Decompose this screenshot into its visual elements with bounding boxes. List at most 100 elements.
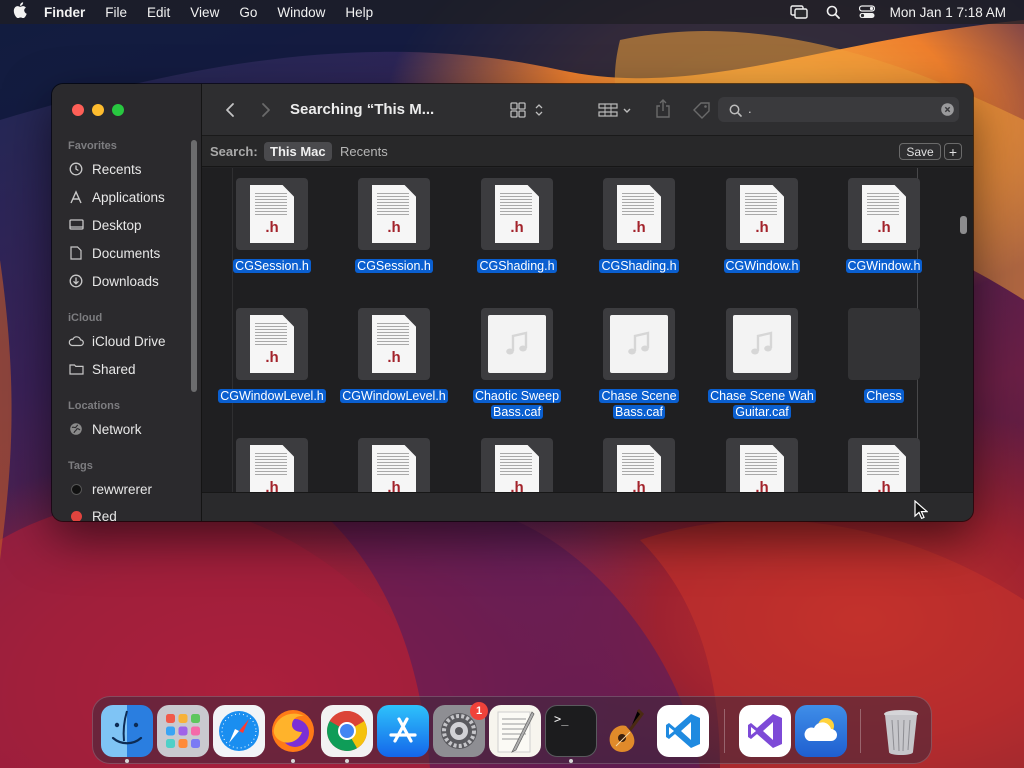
sidebar-item-documents[interactable]: Documents	[68, 242, 160, 264]
file-item[interactable]: Chase Scene Wah Guitar.caf	[702, 308, 822, 428]
header-file-icon: .h	[495, 445, 539, 492]
visual-studio-code-icon[interactable]	[657, 705, 709, 757]
file-thumbnail	[603, 308, 675, 380]
dock-separator	[724, 709, 725, 753]
tag-icon[interactable]	[690, 99, 714, 121]
file-item[interactable]: .h	[334, 438, 454, 492]
file-item[interactable]: Chess	[824, 308, 944, 428]
forward-chevron-icon[interactable]	[256, 100, 276, 120]
header-file-icon: .h	[740, 185, 784, 243]
chess-app-icon	[848, 308, 920, 380]
file-thumbnail: .h	[848, 438, 920, 492]
save-search-button[interactable]: Save	[899, 143, 941, 160]
file-thumbnail: .h	[603, 178, 675, 250]
sidebar-item-label: Shared	[92, 361, 136, 377]
clear-search-icon[interactable]	[940, 102, 954, 116]
add-criteria-button[interactable]: +	[944, 143, 962, 160]
terminal-icon[interactable]: >_	[545, 705, 597, 757]
sidebar-tag-red[interactable]: Red	[68, 505, 117, 521]
sidebar-item-desktop[interactable]: Desktop	[68, 214, 142, 236]
sidebar-item-icloud-drive[interactable]: iCloud Drive	[68, 330, 166, 352]
menu-file[interactable]: File	[95, 5, 137, 20]
sidebar-tag-rewwrerer[interactable]: rewwrerer	[68, 478, 152, 500]
file-item[interactable]: .h CGSession.h	[334, 178, 454, 298]
file-item[interactable]: .h CGWindowLevel.h	[212, 308, 332, 428]
file-item[interactable]: .h	[212, 438, 332, 492]
file-thumbnail: .h	[358, 308, 430, 380]
finder-app-icon[interactable]	[101, 705, 153, 757]
file-item[interactable]: .h CGShading.h	[457, 178, 577, 298]
sidebar-section-locations: Locations	[68, 400, 120, 412]
menu-edit[interactable]: Edit	[137, 5, 180, 20]
google-chrome-icon[interactable]	[321, 705, 373, 757]
view-grid-icon[interactable]	[508, 100, 548, 120]
file-name: CGSession.h	[355, 259, 433, 273]
search-scope-label: Search:	[210, 144, 258, 159]
file-item[interactable]: .h CGWindow.h	[824, 178, 944, 298]
header-file-icon: .h	[617, 185, 661, 243]
file-name: Chase Scene Bass.caf	[599, 389, 679, 419]
file-item[interactable]: .h	[579, 438, 699, 492]
desktop-icon	[68, 217, 84, 233]
file-item[interactable]: .h CGWindowLevel.h	[334, 308, 454, 428]
spotlight-search-icon[interactable]	[816, 5, 850, 19]
sidebar-item-applications[interactable]: Applications	[68, 186, 165, 208]
firefox-icon[interactable]	[267, 705, 319, 757]
file-item[interactable]: .h CGSession.h	[212, 178, 332, 298]
visual-studio-icon[interactable]	[739, 705, 791, 757]
file-name: CGShading.h	[477, 259, 557, 273]
trash-icon[interactable]	[875, 705, 927, 757]
tag-color-dot	[71, 483, 82, 495]
screen-mirroring-icon[interactable]	[782, 5, 816, 19]
file-item[interactable]: .h CGShading.h	[579, 178, 699, 298]
file-item[interactable]: Chase Scene Bass.caf	[579, 308, 699, 428]
search-field[interactable]: .	[718, 97, 959, 122]
close-window-button[interactable]	[72, 104, 84, 116]
safari-icon[interactable]	[213, 705, 265, 757]
finder-toolbar: Searching “This M... .	[202, 84, 973, 136]
file-thumbnail: .h	[236, 438, 308, 492]
file-thumbnail	[481, 308, 553, 380]
zoom-window-button[interactable]	[112, 104, 124, 116]
textedit-icon[interactable]	[489, 705, 541, 757]
menu-go[interactable]: Go	[229, 5, 267, 20]
file-item[interactable]: .h CGWindow.h	[702, 178, 822, 298]
menu-bar-clock[interactable]: Mon Jan 1 7:18 AM	[884, 5, 1024, 20]
dock-separator	[860, 709, 861, 753]
scope-recents-button[interactable]: Recents	[340, 144, 388, 159]
file-item[interactable]: .h	[702, 438, 822, 492]
weather-icon[interactable]	[795, 705, 847, 757]
sidebar-item-label: Downloads	[92, 273, 159, 289]
file-item[interactable]: .h	[457, 438, 577, 492]
sidebar-scrollbar[interactable]	[191, 140, 197, 392]
download-icon	[68, 273, 84, 289]
scope-this-mac-button[interactable]: This Mac	[264, 142, 332, 161]
menu-view[interactable]: View	[180, 5, 229, 20]
menu-app-name[interactable]: Finder	[40, 5, 95, 20]
menu-window[interactable]: Window	[267, 5, 335, 20]
back-chevron-icon[interactable]	[220, 100, 240, 120]
sidebar-item-network[interactable]: Network	[68, 418, 142, 440]
minimize-window-button[interactable]	[92, 104, 104, 116]
file-item[interactable]: .h	[824, 438, 944, 492]
menu-help[interactable]: Help	[335, 5, 383, 20]
garageband-icon[interactable]	[601, 705, 653, 757]
file-name: CGWindowLevel.h	[218, 389, 326, 403]
apple-menu-icon[interactable]	[0, 2, 40, 22]
file-name: CGShading.h	[599, 259, 679, 273]
group-by-icon[interactable]	[596, 100, 636, 120]
sidebar-item-shared[interactable]: Shared	[68, 358, 136, 380]
file-name: Chaotic Sweep Bass.caf	[472, 389, 562, 419]
file-item[interactable]: Chaotic Sweep Bass.caf	[457, 308, 577, 428]
app-store-icon[interactable]	[377, 705, 429, 757]
control-center-icon[interactable]	[850, 5, 884, 19]
header-file-icon: .h	[250, 445, 294, 492]
content-scrollbar[interactable]	[960, 216, 967, 234]
share-icon[interactable]	[652, 98, 674, 120]
sidebar-item-label: rewwrerer	[92, 481, 153, 497]
sidebar-item-downloads[interactable]: Downloads	[68, 270, 159, 292]
launchpad-icon[interactable]	[157, 705, 209, 757]
finder-window: Favorites Recents Applications Desktop D…	[52, 84, 973, 521]
sidebar-item-recents[interactable]: Recents	[68, 158, 142, 180]
clock-icon	[68, 161, 84, 177]
